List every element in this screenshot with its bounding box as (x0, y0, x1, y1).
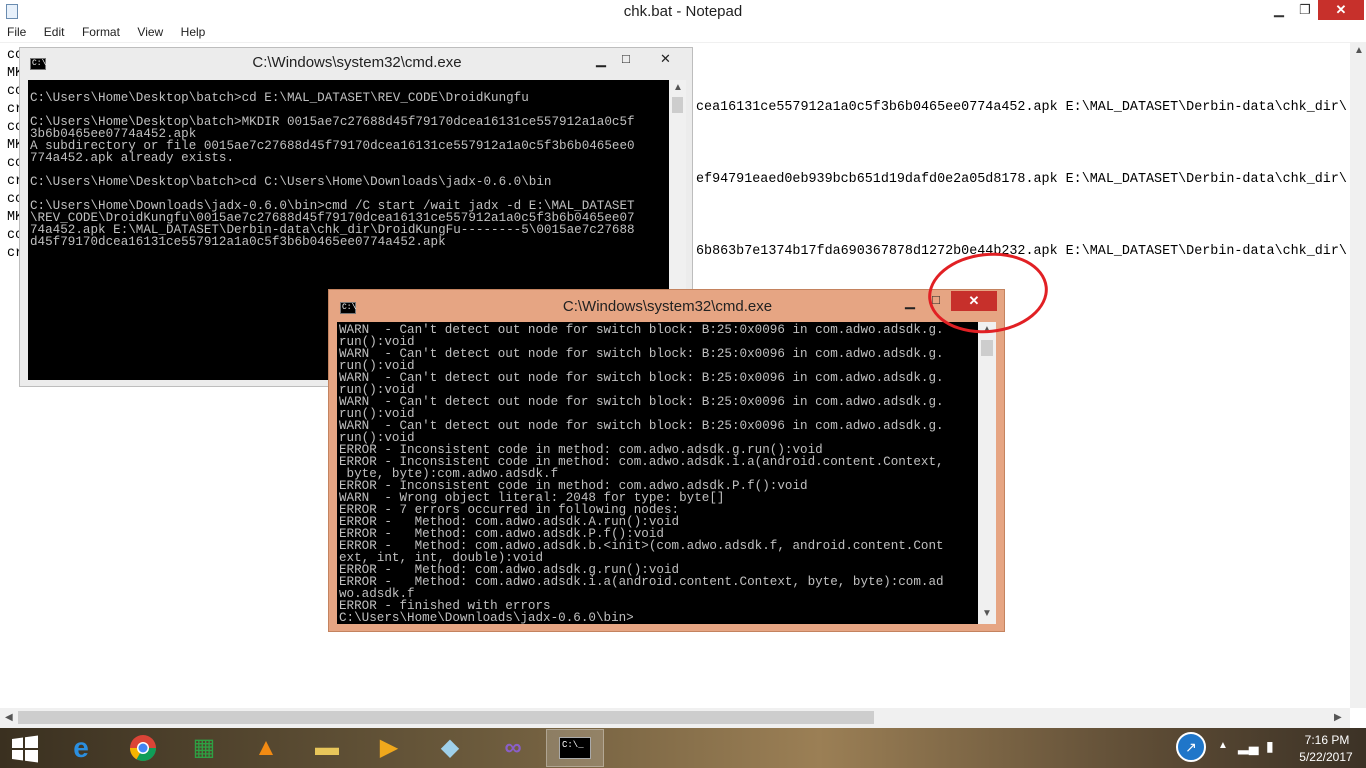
console-line: WARN - Can't detect out node for switch … (339, 395, 944, 409)
cmd-icon: C:\_ (559, 737, 591, 759)
menu-view[interactable]: View (130, 23, 169, 39)
taskbar-app-visual-studio[interactable]: ∞ (484, 729, 542, 767)
internet-explorer-icon: e (73, 732, 89, 763)
folder-icon: ▬ (315, 734, 339, 761)
console-line: WARN - Can't detect out node for switch … (339, 371, 944, 385)
console-line: WARN - Can't detect out node for switch … (339, 347, 944, 361)
scroll-up-arrow-icon[interactable]: ▲ (1354, 45, 1364, 56)
horizontal-scroll-thumb[interactable] (18, 711, 874, 724)
signal-strength-icon[interactable]: ▂▄ (1238, 738, 1259, 755)
battery-icon[interactable]: ▮ (1266, 738, 1274, 755)
minimize-button[interactable]: ▁ (1266, 0, 1292, 20)
cmd-window-title: C:\Windows\system32\cmd.exe (252, 54, 462, 71)
taskbar-app-notepad[interactable]: ◆ (421, 729, 479, 767)
console-line: WARN - Can't detect out node for switch … (339, 323, 944, 337)
notepad-horizontal-scrollbar[interactable]: ◀ ▶ (0, 708, 1350, 728)
menu-format[interactable]: Format (75, 23, 126, 39)
text-line-right: ef94791eaed0eb939bcb651d19dafd0e2a05d817… (696, 172, 1347, 187)
taskbar-app-vlc[interactable]: ▲ (237, 729, 295, 767)
taskbar-app-store[interactable]: ▦ (175, 729, 233, 767)
menu-edit[interactable]: Edit (37, 23, 71, 39)
vlc-icon: ▲ (254, 734, 278, 761)
notepad-menubar: File Edit Format View Help (0, 23, 1366, 43)
scroll-right-arrow-icon[interactable]: ▶ (1334, 712, 1342, 723)
maximize-button[interactable]: ❐ (1292, 0, 1318, 20)
console-line: C:\Users\Home\Desktop\batch>cd C:\Users\… (30, 175, 552, 189)
scroll-up-arrow-icon[interactable]: ▲ (673, 82, 683, 93)
clock-date[interactable]: 5/22/2017 (1290, 750, 1362, 764)
console-line: d45f79170dcea16131ce557912a1a0c5f3b6b046… (30, 235, 446, 249)
start-button[interactable] (0, 729, 50, 767)
taskbar-app-media-player[interactable]: ▶ (360, 729, 418, 767)
console-line: 774a452.apk already exists. (30, 151, 235, 165)
console-prompt: C:\Users\Home\Downloads\jadx-0.6.0\bin> (339, 611, 634, 624)
show-hidden-icons-icon[interactable]: ▲ (1218, 740, 1228, 751)
taskbar-app-internet-explorer[interactable]: e (52, 729, 110, 767)
minimize-button[interactable]: ▁ (905, 294, 915, 310)
cmd-window-active[interactable]: C:\ C:\Windows\system32\cmd.exe ▁ □ ✕ WA… (328, 289, 1005, 632)
notepad-icon: ◆ (440, 734, 460, 761)
scroll-thumb[interactable] (981, 340, 993, 356)
chrome-icon (129, 735, 157, 762)
menu-file[interactable]: File (0, 23, 32, 39)
scroll-down-arrow-icon[interactable]: ▼ (982, 608, 992, 619)
network-globe-icon[interactable]: ↗ (1176, 732, 1206, 762)
windows-logo-icon (12, 735, 38, 763)
taskbar-app-file-explorer[interactable]: ▬ (298, 729, 356, 767)
notepad-titlebar[interactable]: chk.bat - Notepad ▁ ❐ ✕ (0, 0, 1366, 23)
console-line: ERROR - Method: com.adwo.adsdk.i.a(andro… (339, 575, 944, 589)
taskbar-app-chrome[interactable] (114, 729, 172, 767)
clock-time[interactable]: 7:16 PM (1296, 733, 1358, 747)
cmd-console-output[interactable]: WARN - Can't detect out node for switch … (337, 322, 978, 624)
close-button[interactable]: ✕ (1318, 0, 1364, 20)
close-button[interactable]: ✕ (660, 51, 671, 67)
notepad-vertical-scrollbar[interactable]: ▲ (1350, 43, 1366, 708)
store-icon: ▦ (192, 734, 216, 761)
text-line-right: cea16131ce557912a1a0c5f3b6b0465ee0774a45… (696, 100, 1347, 115)
console-line: WARN - Can't detect out node for switch … (339, 419, 944, 433)
menu-help[interactable]: Help (174, 23, 212, 39)
scroll-left-arrow-icon[interactable]: ◀ (5, 712, 13, 723)
visual-studio-icon: ∞ (504, 734, 522, 761)
console-line: C:\Users\Home\Desktop\batch>cd E:\MAL_DA… (30, 91, 529, 105)
notepad-title: chk.bat - Notepad (623, 3, 743, 20)
maximize-button[interactable]: □ (622, 51, 630, 66)
taskbar-app-cmd[interactable]: C:\_ (546, 729, 604, 767)
cmd-vertical-scrollbar[interactable]: ▲ ▼ (978, 322, 996, 624)
scroll-thumb[interactable] (672, 97, 683, 113)
media-player-icon: ▶ (379, 734, 399, 761)
minimize-button[interactable]: ▁ (596, 52, 606, 68)
taskbar: e ▦ ▲ ▬ ▶ ◆ ∞ C:\_ ↗ ▲ ▂▄ ▮ (0, 728, 1366, 768)
